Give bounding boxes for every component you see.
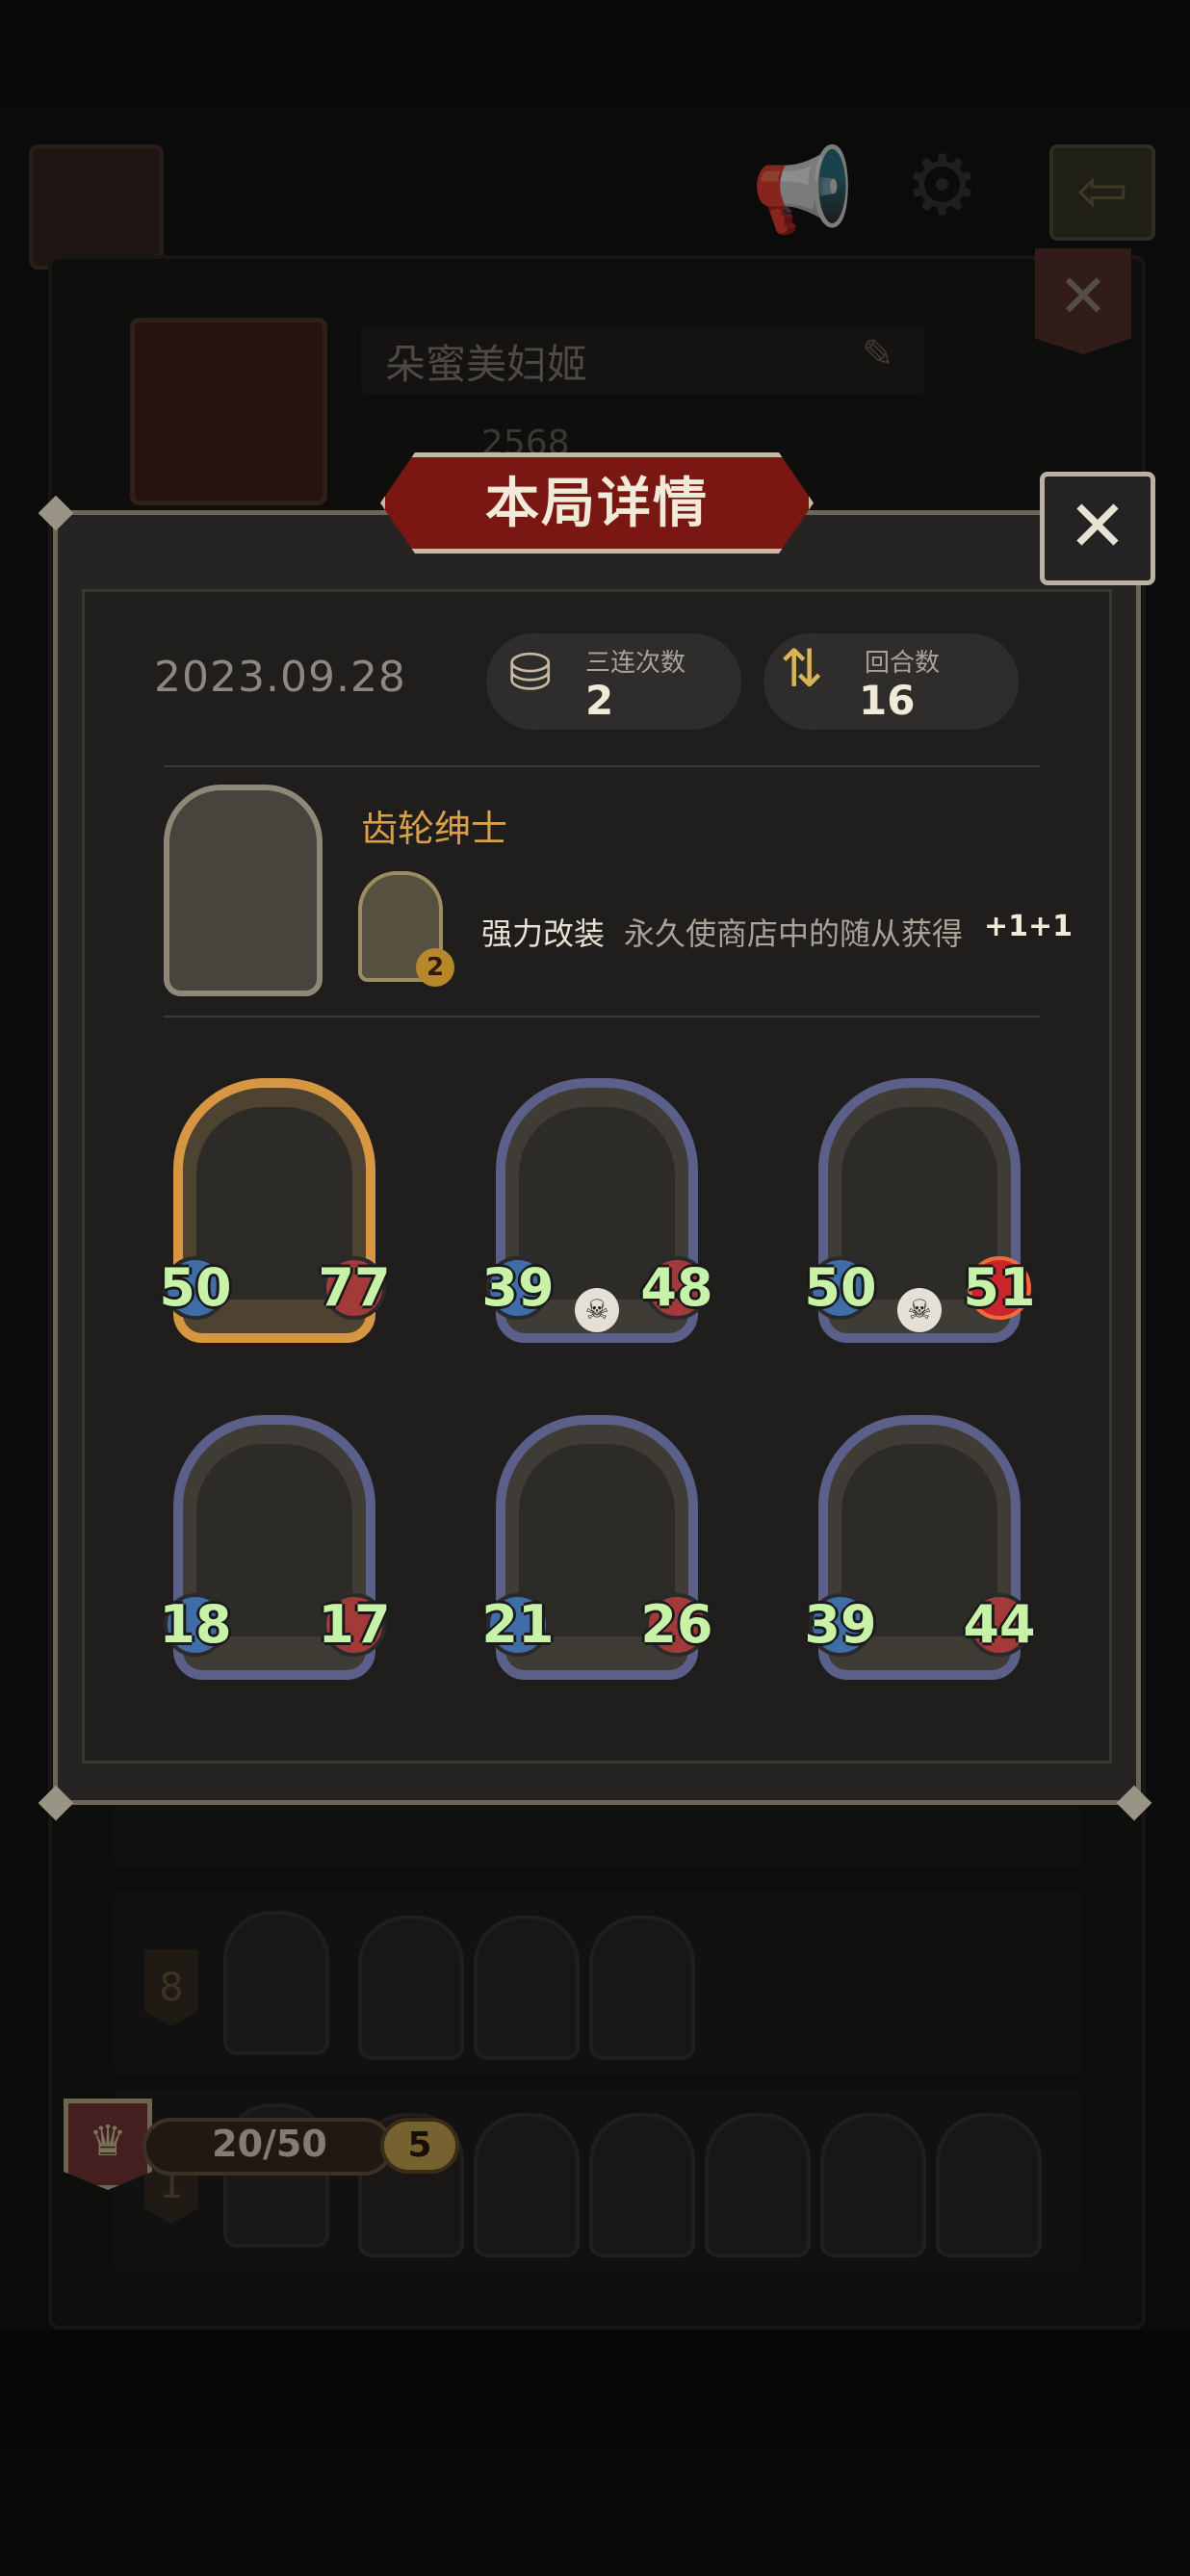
rounds-value: 16: [859, 677, 916, 724]
minion-attack: 50: [159, 1257, 232, 1318]
divider: [164, 765, 1040, 767]
rounds-icon: ⇅: [780, 638, 824, 699]
hero-name: 齿轮绅士: [361, 808, 508, 850]
skill-level-badge: 2: [416, 948, 454, 987]
minion-health: 26: [640, 1594, 713, 1655]
minion-attack: 21: [481, 1594, 555, 1655]
rounds-label: 回合数: [865, 649, 941, 678]
hero-portrait: [164, 785, 323, 996]
match-date: 2023.09.28: [154, 653, 406, 702]
minion-health: 77: [318, 1257, 391, 1318]
minion-health: 44: [963, 1594, 1036, 1655]
modal-title: 本局详情: [485, 473, 709, 535]
minion-attack: 50: [804, 1257, 877, 1318]
minion-attack: 18: [159, 1594, 232, 1655]
modal-close-button[interactable]: ✕: [1040, 472, 1155, 585]
triple-icon: ⛁: [508, 642, 553, 703]
minion-attack: 39: [481, 1257, 555, 1318]
triple-count-label: 三连次数: [585, 649, 686, 678]
minion-attack: 39: [804, 1594, 877, 1655]
minion-health: 51: [963, 1257, 1036, 1318]
skill-name: 强力改装: [481, 915, 606, 952]
deathrattle-skull-icon: ☠: [575, 1288, 619, 1332]
skill-description: 永久使商店中的随从获得: [624, 915, 964, 952]
minion-health: 17: [318, 1594, 391, 1655]
deathrattle-skull-icon: ☠: [897, 1288, 942, 1332]
triple-count-value: 2: [585, 677, 614, 724]
minion-health: 48: [640, 1257, 713, 1318]
skill-bonus: +1+1: [984, 910, 1074, 943]
divider: [164, 1016, 1040, 1018]
